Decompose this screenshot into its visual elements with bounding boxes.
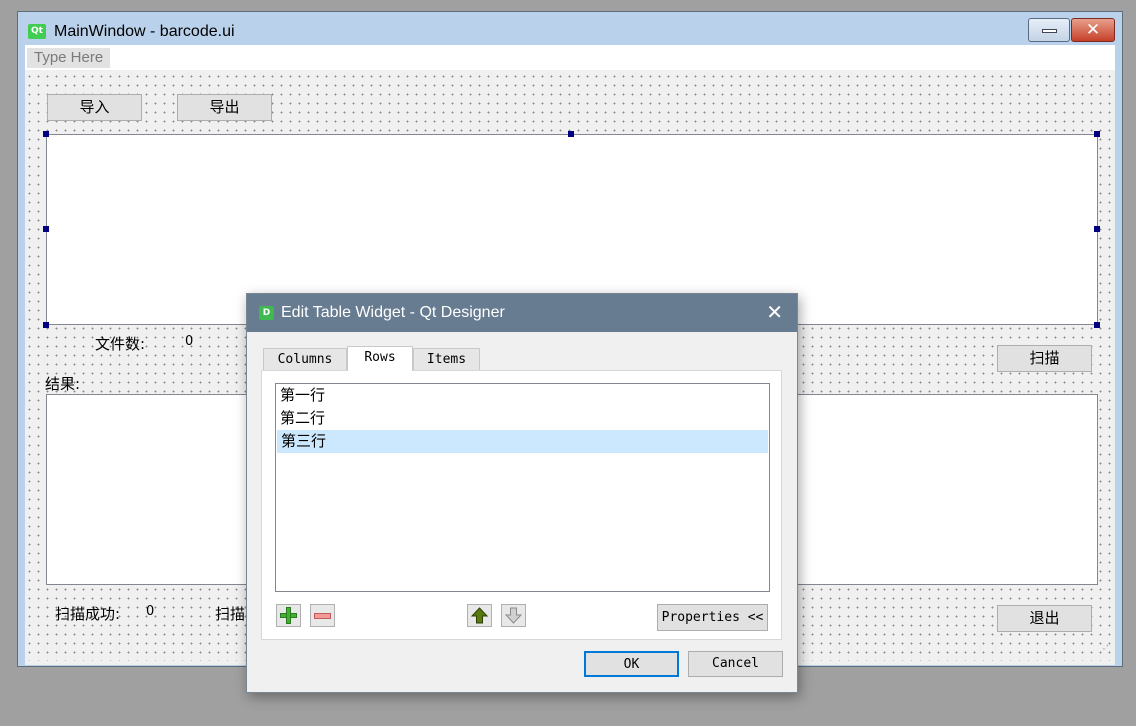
tab-rows[interactable]: Rows bbox=[347, 346, 413, 371]
edit-table-dialog: D Edit Table Widget - Qt Designer ✕ Colu… bbox=[246, 293, 798, 693]
minus-icon bbox=[314, 613, 331, 619]
designer-logo-icon: D bbox=[259, 306, 274, 320]
properties-button[interactable]: Properties << bbox=[657, 604, 768, 631]
dialog-title: Edit Table Widget - Qt Designer bbox=[281, 304, 505, 321]
close-icon: ✕ bbox=[1085, 20, 1101, 40]
move-up-button[interactable] bbox=[467, 604, 492, 627]
rows-list[interactable]: 第一行 第二行 第三行 bbox=[275, 383, 770, 592]
main-titlebar: Qt MainWindow - barcode.ui ✕ bbox=[18, 12, 1122, 46]
scan-button[interactable]: 扫描 bbox=[997, 345, 1092, 372]
rows-tab-pane: 第一行 第二行 第三行 Properties << bbox=[261, 370, 782, 640]
results-label: 结果: bbox=[45, 375, 81, 393]
selection-handle[interactable] bbox=[1094, 131, 1100, 137]
scan-success-label: 扫描成功: bbox=[55, 605, 121, 623]
import-button[interactable]: 导入 bbox=[47, 94, 142, 121]
minimize-button[interactable] bbox=[1028, 18, 1070, 42]
list-item[interactable]: 第三行 bbox=[277, 430, 768, 453]
main-window-title: MainWindow - barcode.ui bbox=[54, 23, 235, 40]
scan-label-partial: 扫描 bbox=[215, 605, 246, 623]
dialog-titlebar: D Edit Table Widget - Qt Designer ✕ bbox=[247, 294, 797, 332]
file-count-label: 文件数: bbox=[95, 335, 146, 353]
add-row-button[interactable] bbox=[276, 604, 301, 627]
arrow-down-icon bbox=[504, 607, 523, 624]
list-item[interactable]: 第一行 bbox=[276, 384, 769, 407]
exit-button[interactable]: 退出 bbox=[997, 605, 1092, 632]
export-button[interactable]: 导出 bbox=[177, 94, 272, 121]
close-icon[interactable]: ✕ bbox=[766, 302, 783, 322]
selection-handle[interactable] bbox=[43, 226, 49, 232]
tab-columns[interactable]: Columns bbox=[263, 348, 347, 370]
move-down-button[interactable] bbox=[501, 604, 526, 627]
main-close-button[interactable]: ✕ bbox=[1071, 18, 1115, 42]
menubar: Type Here bbox=[25, 45, 1115, 70]
file-count-value: 0 bbox=[185, 334, 194, 349]
remove-row-button[interactable] bbox=[310, 604, 335, 627]
arrow-up-icon bbox=[470, 607, 489, 624]
qt-logo-icon: Qt bbox=[28, 24, 46, 39]
resize-grip-icon[interactable]: ⋰ bbox=[1099, 645, 1109, 655]
ok-button[interactable]: OK bbox=[584, 651, 679, 677]
tab-items[interactable]: Items bbox=[413, 348, 480, 370]
selection-handle[interactable] bbox=[1094, 322, 1100, 328]
scan-success-value: 0 bbox=[146, 604, 155, 619]
selection-handle[interactable] bbox=[43, 322, 49, 328]
selection-handle[interactable] bbox=[43, 131, 49, 137]
menu-type-here[interactable]: Type Here bbox=[27, 48, 111, 68]
selection-handle[interactable] bbox=[1094, 226, 1100, 232]
list-item[interactable]: 第二行 bbox=[276, 407, 769, 430]
selection-handle[interactable] bbox=[568, 131, 574, 137]
cancel-button[interactable]: Cancel bbox=[688, 651, 783, 677]
minimize-icon bbox=[1042, 29, 1057, 33]
